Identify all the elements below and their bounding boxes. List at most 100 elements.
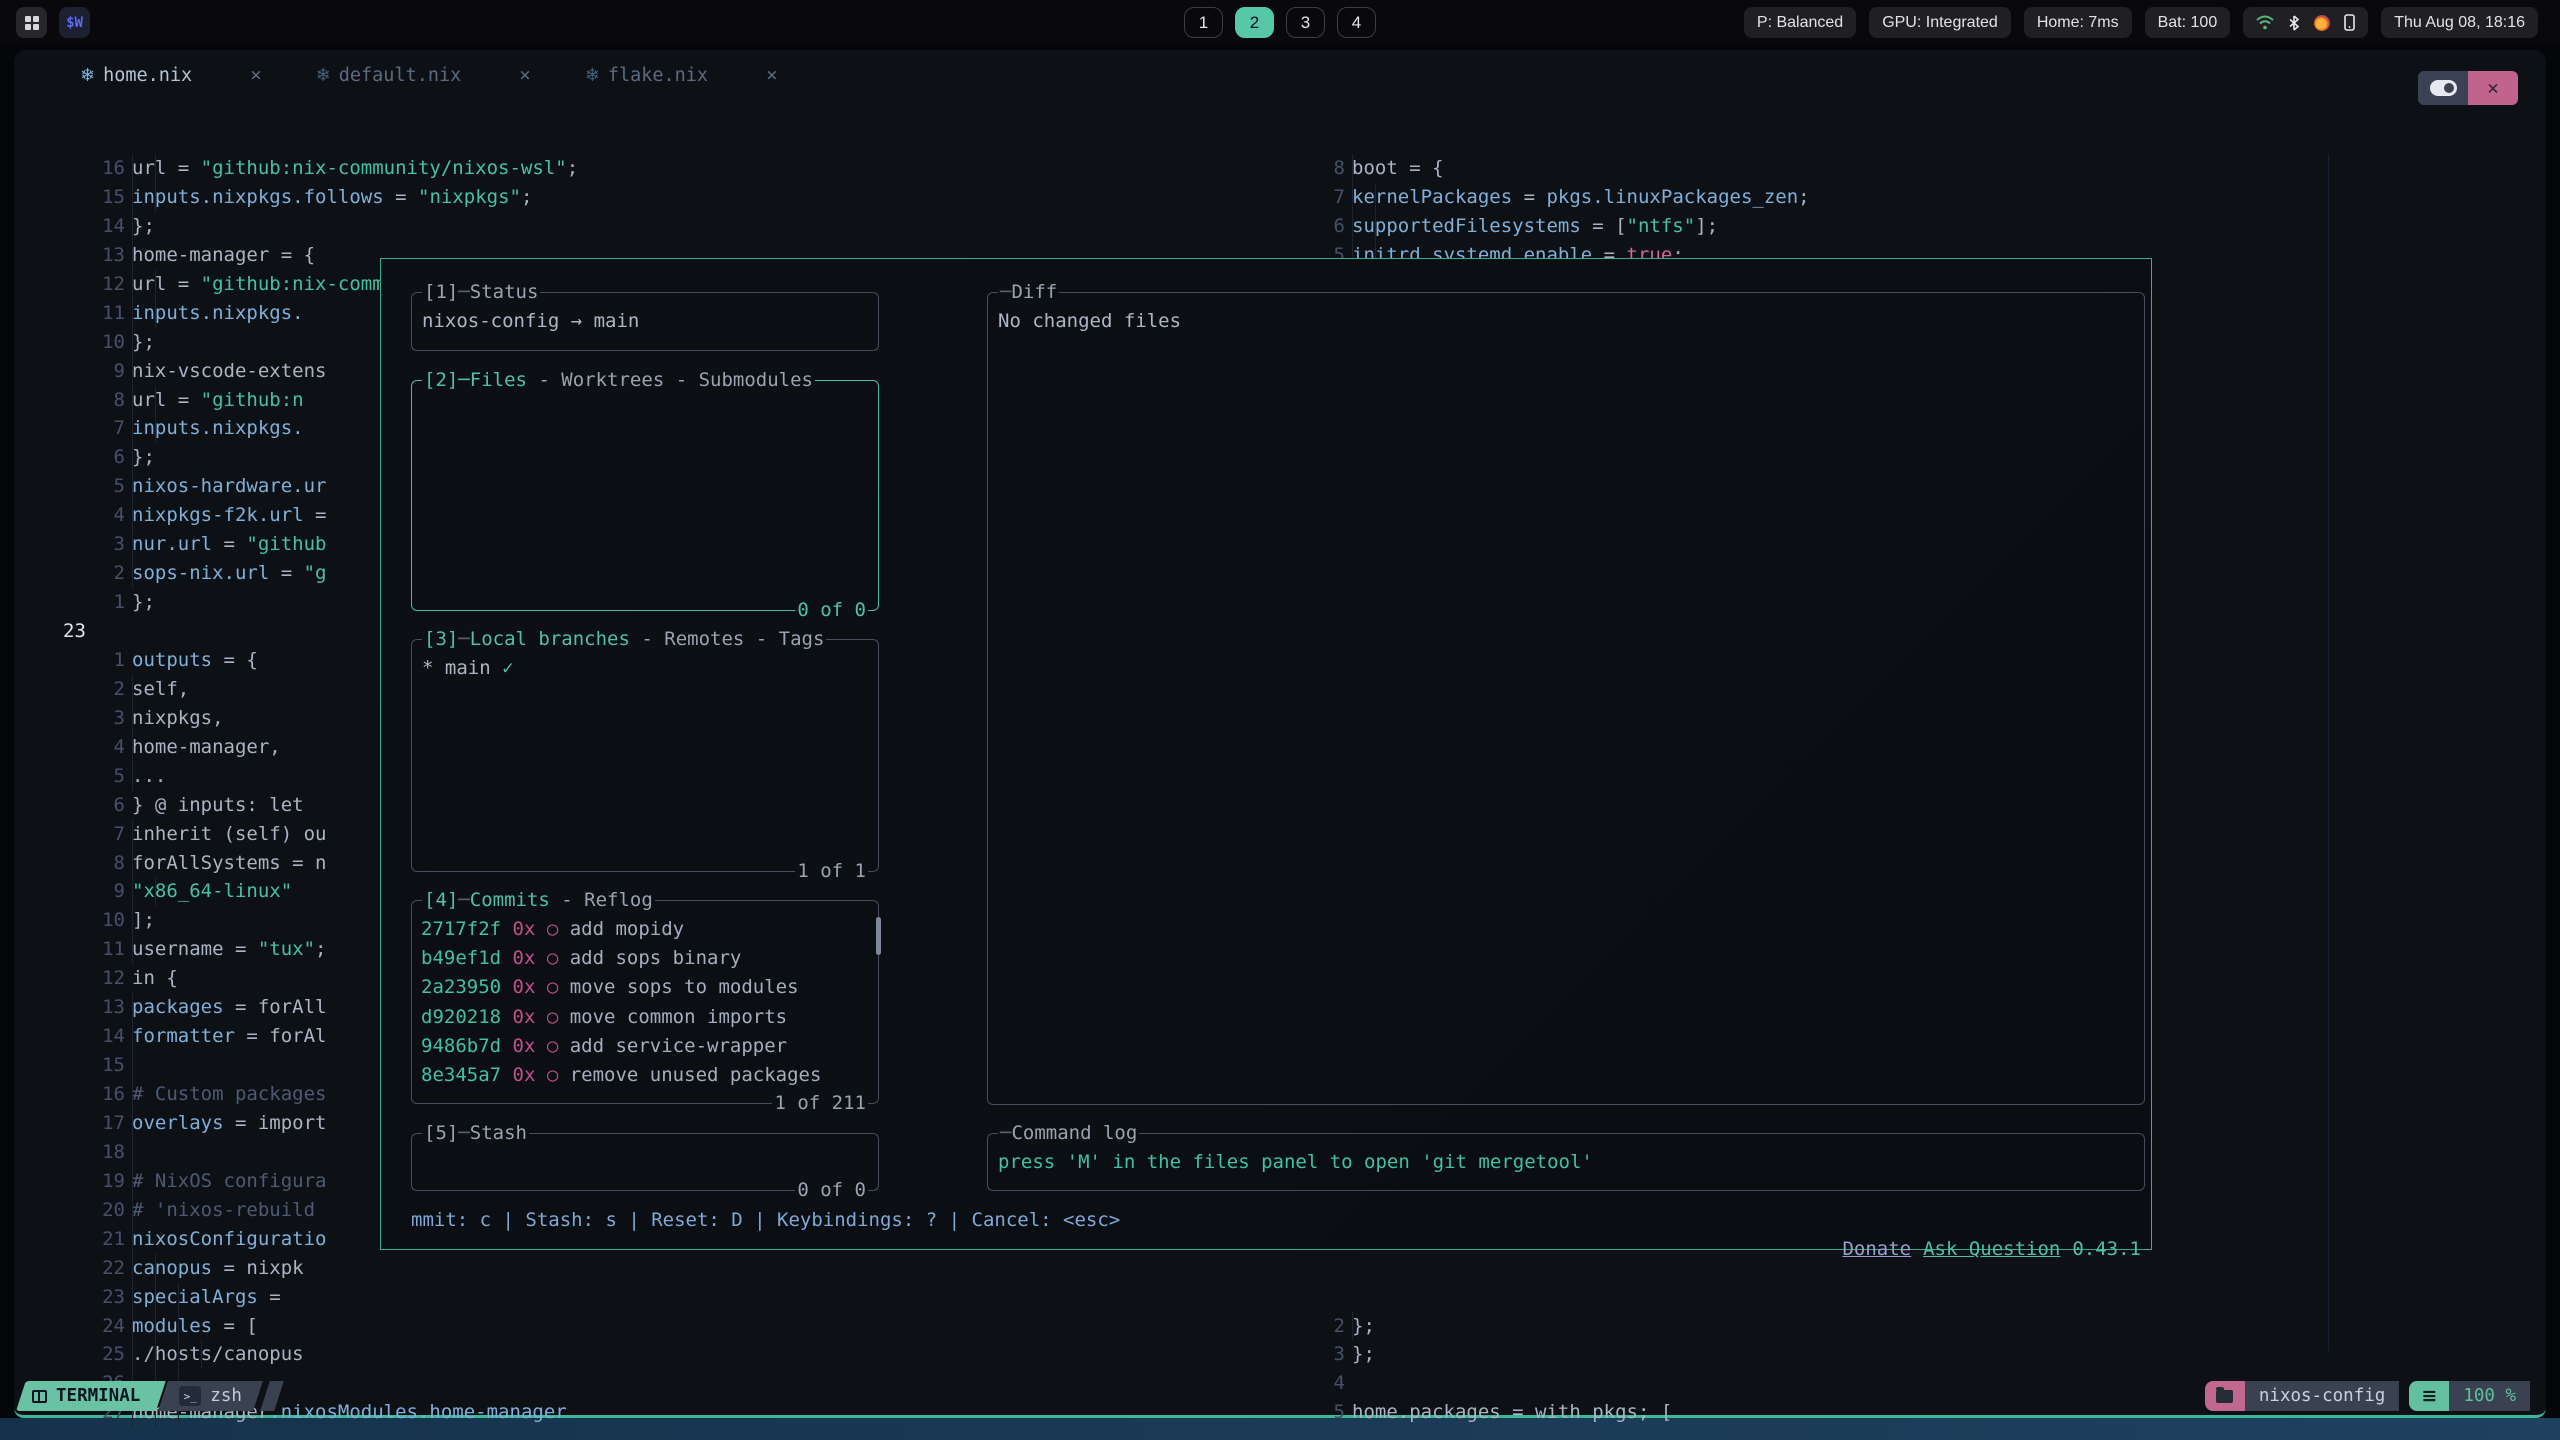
workspace-button-4[interactable]: 4 [1337, 7, 1376, 38]
line-number: 9 [14, 357, 125, 386]
code-line: 8boot = { [1246, 154, 2546, 183]
terminal-mode-icon [32, 1390, 47, 1403]
commit-row[interactable]: 9486b7d 0x ○ add service-wrapper [421, 1032, 878, 1061]
lazygit-files-panel[interactable]: [2]─Files - Worktrees - Submodules 0 of … [411, 380, 879, 611]
code-line: 6supportedFilesystems = ["ntfs"]; [1246, 212, 2546, 241]
line-number: 13 [14, 241, 125, 270]
donate-link[interactable]: Donate [1842, 1238, 1911, 1260]
line-number: 11 [14, 935, 125, 964]
commits-scrollbar[interactable] [876, 917, 881, 955]
color-column-ruler [2328, 154, 2329, 1351]
line-number: 8 [14, 849, 125, 878]
phone-icon[interactable] [2344, 14, 2355, 31]
line-number: 6 [14, 443, 125, 472]
lazygit-branches-panel[interactable]: [3]─Local branches - Remotes - Tags * ma… [411, 639, 879, 872]
line-number: 8 [1246, 154, 1345, 183]
indent-guide [132, 762, 133, 791]
list-lines-icon: ≡ [2421, 1385, 2437, 1407]
line-number: 24 [14, 1312, 125, 1341]
line-number: 11 [14, 299, 125, 328]
browser-orb-icon[interactable] [2314, 15, 2330, 31]
diff-content: No changed files [988, 293, 2144, 336]
line-number: 4 [14, 501, 125, 530]
commit-row[interactable]: 2a23950 0x ○ move sops to modules [421, 973, 878, 1002]
line-number: 9 [14, 877, 125, 906]
indent-guide [132, 212, 133, 241]
line-number: 6 [1246, 212, 1345, 241]
indent-guide [132, 1196, 133, 1225]
tab-close-icon[interactable]: × [250, 64, 261, 86]
commit-row[interactable]: 8e345a7 0x ○ remove unused packages [421, 1061, 878, 1090]
line-number: 5 [14, 762, 125, 791]
indent-guide [178, 1340, 179, 1369]
bluetooth-icon[interactable] [2288, 15, 2300, 31]
nix-file-icon: ❄ [585, 65, 600, 86]
indent-guide [155, 154, 156, 183]
terminal-app-button[interactable]: $W [59, 7, 90, 38]
window-close-button[interactable]: ✕ [2468, 71, 2518, 105]
tab-close-icon[interactable]: × [519, 64, 530, 86]
commit-row[interactable]: 2717f2f 0x ○ add mopidy [421, 915, 878, 944]
commit-graph-icon: ○ [547, 918, 558, 940]
line-number: 15 [14, 1051, 125, 1080]
indent-guide [132, 1022, 133, 1051]
tab-flake.nix[interactable]: ❄ flake.nix × [585, 64, 778, 86]
workspace-button-2[interactable]: 2 [1235, 7, 1274, 38]
lazygit-stash-panel[interactable]: [5]─Stash 0 of 0 [411, 1133, 879, 1191]
lazygit-status-panel[interactable]: [1]─Status nixos-config → main [411, 292, 879, 351]
mode-label: TERMINAL [56, 1386, 140, 1406]
code-line: 25./hosts/canopus [14, 1340, 1246, 1369]
indent-guide [132, 1340, 133, 1369]
lazygit-diff-panel[interactable]: ─Diff No changed files [987, 292, 2145, 1105]
line-number: 17 [14, 1109, 125, 1138]
indent-guide [178, 1283, 179, 1312]
files-count: 0 of 0 [795, 596, 868, 625]
line-number: 2 [14, 675, 125, 704]
tab-close-icon[interactable]: × [766, 64, 777, 86]
line-number: 1 [14, 588, 125, 617]
segment-divider [265, 1381, 279, 1411]
indent-guide [155, 1312, 156, 1341]
tab-home.nix[interactable]: ❄home.nix× [80, 64, 262, 86]
lazygit-command-log-panel[interactable]: ─Command log press 'M' in the files pane… [987, 1133, 2145, 1191]
wifi-icon[interactable] [2256, 15, 2274, 30]
code-line: 2}; [1246, 1312, 2546, 1341]
indent-guide [155, 270, 156, 299]
line-number: 2 [14, 559, 125, 588]
power-profile-pill[interactable]: P: Balanced [1744, 7, 1856, 38]
line-number: 7 [1246, 183, 1345, 212]
keybindings-hint: mmit: c | Stash: s | Reset: D | Keybindi… [411, 1206, 1120, 1235]
indent-guide [155, 1283, 156, 1312]
line-number: 16 [14, 154, 125, 183]
shell-prompt-icon: >_ [179, 1386, 201, 1406]
scroll-badge: ≡ [2409, 1381, 2449, 1411]
line-number: 14 [14, 212, 125, 241]
workspace-button-3[interactable]: 3 [1286, 7, 1325, 38]
commit-row[interactable]: d920218 0x ○ move common imports [421, 1003, 878, 1032]
line-number: 8 [14, 386, 125, 415]
ask-question-link[interactable]: Ask Question [1923, 1238, 2060, 1260]
shell-segment[interactable]: >_ zsh [163, 1381, 258, 1411]
code-line: 3}; [1246, 1340, 2546, 1369]
tab-label: flake.nix [608, 65, 708, 86]
commit-graph-icon: ○ [547, 1035, 558, 1057]
ping-pill[interactable]: Home: 7ms [2024, 7, 2132, 38]
commit-graph-icon: ○ [547, 1064, 558, 1086]
indent-guide [155, 299, 156, 328]
indent-guide [1352, 1312, 1353, 1341]
workspace-button-1[interactable]: 1 [1184, 7, 1223, 38]
code-line: 15inputs.nixpkgs.follows = "nixpkgs"; [14, 183, 1246, 212]
repo-name: nixos-config [2245, 1381, 2399, 1411]
tab-default.nix[interactable]: ❄default.nix× [316, 64, 531, 86]
battery-pill[interactable]: Bat: 100 [2145, 7, 2231, 38]
clock[interactable]: Thu Aug 08, 18:16 [2381, 7, 2538, 38]
window-toggle-button[interactable] [2418, 71, 2468, 105]
app-launcher-button[interactable] [16, 7, 47, 38]
indent-guide [155, 386, 156, 415]
indent-guide [132, 1138, 133, 1167]
command-log-content: press 'M' in the files panel to open 'gi… [988, 1134, 2144, 1177]
commit-row[interactable]: b49ef1d 0x ○ add sops binary [421, 944, 878, 973]
gpu-pill[interactable]: GPU: Integrated [1869, 7, 2011, 38]
indent-guide [132, 1225, 133, 1254]
lazygit-commits-panel[interactable]: [4]─Commits - Reflog 2717f2f 0x ○ add mo… [411, 900, 879, 1104]
